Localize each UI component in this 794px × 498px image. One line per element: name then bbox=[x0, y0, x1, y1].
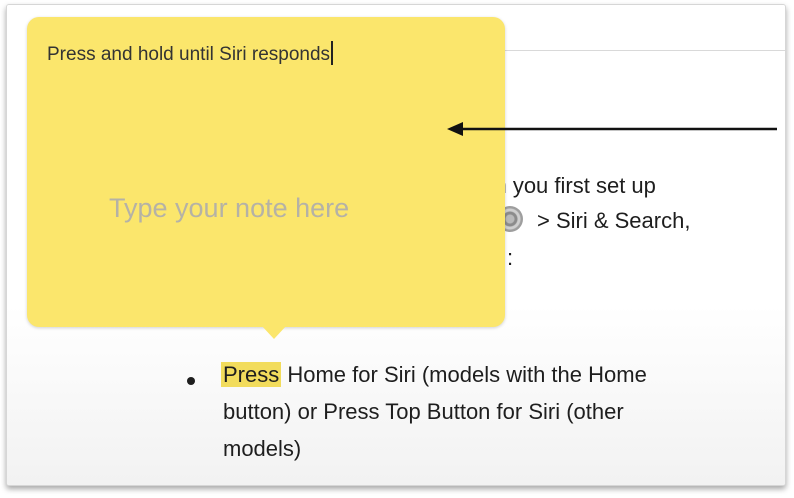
bullet-line-3: models) bbox=[223, 436, 302, 461]
bullet-line-1-text: Home for Siri (models with the Home bbox=[281, 362, 647, 387]
header-divider bbox=[487, 50, 785, 51]
bullet-line-2: button) or Press Top Button for Siri (ot… bbox=[223, 399, 624, 424]
note-title-text[interactable]: Press and hold until Siri responds bbox=[47, 41, 334, 66]
paragraph-line-3: : bbox=[507, 245, 514, 270]
paragraph-line-2: > Siri & Search, bbox=[537, 208, 691, 233]
note-input[interactable] bbox=[109, 188, 489, 228]
annotation-arrow-icon bbox=[447, 122, 777, 136]
screenshot-frame: hen you first set up > Siri & Search, : … bbox=[6, 4, 786, 486]
sticky-note-pointer bbox=[261, 325, 287, 339]
highlighted-word[interactable]: Press bbox=[221, 362, 282, 387]
bullet-marker bbox=[187, 377, 195, 385]
bullet-line-1: Press Home for Siri (models with the Hom… bbox=[221, 360, 647, 390]
note-title-label: Press and hold until Siri responds bbox=[47, 44, 331, 65]
sticky-note[interactable]: Press and hold until Siri responds bbox=[27, 17, 505, 327]
text-cursor bbox=[331, 41, 334, 65]
